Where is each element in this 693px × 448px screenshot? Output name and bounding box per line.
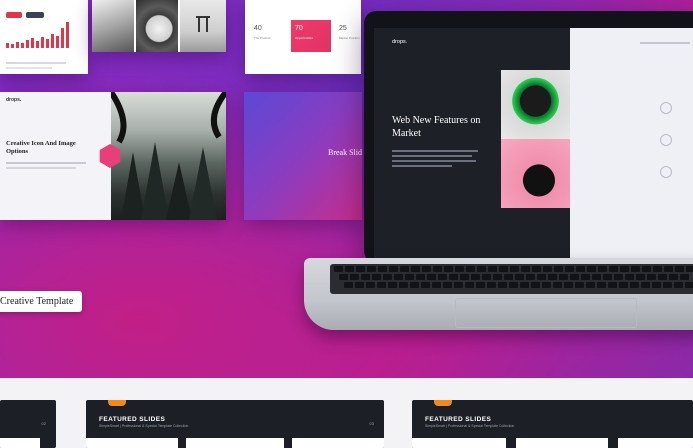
card-subtitle: SimpleSmart | Professional & Special Tem…: [425, 424, 515, 428]
card-subtitle: SimpleSmart | Professional & Special Tem…: [99, 424, 189, 428]
bar: [26, 40, 29, 48]
text-line: [392, 150, 478, 152]
card-number: 02: [41, 421, 46, 426]
slide-preview-break[interactable]: Break Slide: [244, 92, 362, 220]
architecture-image: [92, 0, 134, 52]
card-title: FEATURED SLIDES: [425, 416, 492, 423]
slide-brand: drops.: [6, 97, 22, 103]
mini-slide: [86, 438, 178, 448]
torii-post: [198, 18, 200, 32]
featured-card[interactable]: 02: [0, 400, 56, 448]
bar-chart: [6, 18, 74, 48]
orange-tab: [108, 400, 126, 406]
bar: [11, 44, 14, 48]
clock-image: [136, 0, 178, 52]
creative-template-tag: Creative Template: [0, 291, 83, 312]
featured-card[interactable]: FEATURED SLIDES SimpleSmart | Profession…: [412, 400, 693, 448]
bar: [36, 41, 39, 48]
screen-title: Web New Features on Market: [392, 115, 481, 139]
target-icon: [660, 166, 672, 178]
slide-preview-image-grid[interactable]: [92, 0, 226, 52]
bar: [6, 43, 9, 48]
gate-image: [180, 0, 226, 52]
bar: [61, 28, 64, 48]
stat-value: 70: [295, 25, 303, 32]
bar: [66, 22, 69, 48]
mini-slide: [292, 438, 384, 448]
stat-value: 25: [339, 25, 347, 32]
bar: [46, 39, 49, 48]
text-line: [6, 167, 76, 169]
stat-value: 40: [254, 25, 262, 32]
break-slide-title: Break Slide: [328, 148, 362, 157]
text-line: [392, 165, 452, 167]
key-row: [344, 282, 693, 288]
slide-preview-chart[interactable]: [0, 0, 88, 74]
screen-brand: drops.: [392, 39, 408, 45]
stat-label: Market Position: [339, 36, 360, 40]
mini-slide: [186, 438, 284, 448]
woman-hair-image: [501, 139, 570, 208]
laptop-trackpad: [455, 298, 637, 328]
slide-preview-creative-icon[interactable]: drops. Creative Icon And Image Options: [0, 92, 226, 220]
mini-slide: [618, 438, 693, 448]
bar: [21, 43, 24, 48]
text-line: [392, 160, 476, 162]
torii-post: [206, 18, 208, 32]
mini-slide: [0, 438, 40, 448]
card-number: 03: [369, 421, 374, 426]
pine-trees-icon: [108, 92, 226, 220]
bar: [16, 42, 19, 48]
green-paint-face-image: [501, 70, 570, 139]
key-row: [339, 274, 689, 280]
screen-right-panel: [570, 28, 693, 258]
bar: [31, 38, 34, 48]
slide-title: Creative Icon And Image Options: [6, 140, 76, 155]
bar: [56, 36, 59, 48]
clock-icon: [660, 102, 672, 114]
text-line: [392, 155, 472, 157]
featured-card[interactable]: FEATURED SLIDES SimpleSmart | Profession…: [86, 400, 384, 448]
slide-preview-stats[interactable]: 40 The Product 70 Opportunities 25 Marke…: [245, 0, 361, 74]
mini-slide: [412, 438, 506, 448]
hero-background: 40 The Product 70 Opportunities 25 Marke…: [0, 0, 693, 378]
bar: [41, 37, 44, 48]
laptop-screen: drops. Web New Features on Market: [374, 28, 693, 258]
caption-line: [6, 62, 66, 64]
orange-tab: [434, 400, 452, 406]
mini-slide: [516, 438, 608, 448]
forest-image: [108, 92, 226, 220]
card-title: FEATURED SLIDES: [99, 416, 166, 423]
text-line: [6, 162, 86, 164]
stat-label: The Product: [254, 36, 271, 40]
caption-line: [6, 67, 52, 69]
stat-label: Opportunities: [295, 36, 313, 40]
key-row: [334, 266, 693, 272]
sliders-icon: [660, 134, 672, 146]
laptop-keyboard: [330, 264, 693, 294]
bar: [51, 34, 54, 48]
text-line: [640, 42, 690, 44]
